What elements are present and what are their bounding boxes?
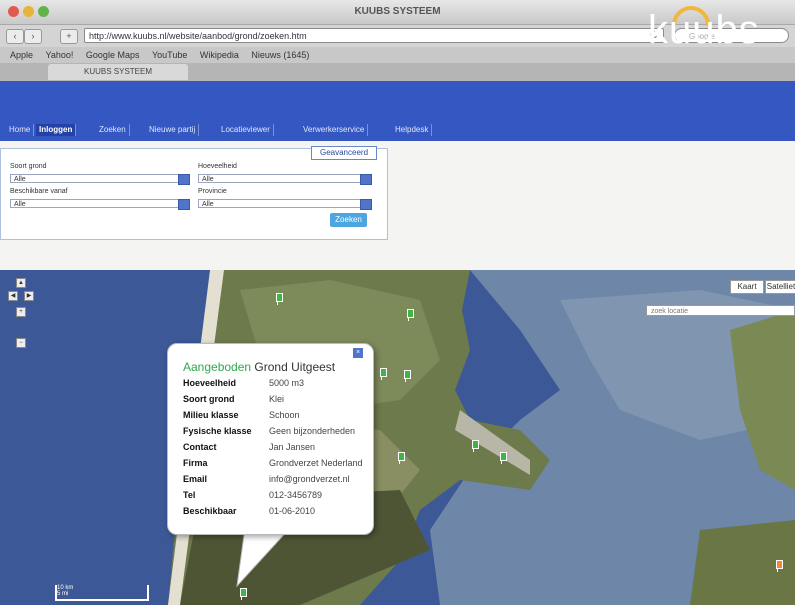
map-marker-green[interactable] xyxy=(380,368,387,380)
map-marker-green[interactable] xyxy=(398,452,405,464)
info-row: Contact Jan Jansen xyxy=(183,442,316,452)
info-window-tail xyxy=(236,528,291,588)
map-marker-green[interactable] xyxy=(240,588,247,600)
satellite-map-image xyxy=(0,270,795,605)
advanced-tab[interactable]: Geavanceerd xyxy=(311,146,377,160)
info-row: Email info@grondverzet.nl xyxy=(183,474,350,484)
field-label: Provincie xyxy=(198,188,227,195)
nav-helpdesk[interactable]: Helpdesk xyxy=(392,124,433,136)
beschikbaar-select[interactable]: Alle xyxy=(10,199,190,210)
dropdown-arrow-icon xyxy=(178,199,190,210)
info-title-name: Grond Uitgeest xyxy=(254,360,336,374)
map-satelliet-button[interactable]: Satelliet xyxy=(765,280,795,294)
pan-up-icon[interactable]: ▲ xyxy=(16,278,26,288)
info-title-status: Aangeboden xyxy=(183,360,252,374)
back-button[interactable]: ‹ xyxy=(6,29,24,44)
map-marker-green[interactable] xyxy=(276,293,283,305)
provincie-select[interactable]: Alle xyxy=(198,199,372,210)
pan-left-icon[interactable]: ◀ xyxy=(8,291,18,301)
nav-zoeken[interactable]: Zoeken xyxy=(96,124,130,136)
field-label: Beschikbare vanaf xyxy=(10,188,68,195)
info-row: Hoeveelheid 5000 m3 xyxy=(183,378,305,388)
nav-nieuwe-partij[interactable]: Nieuwe partij xyxy=(146,124,200,136)
dropdown-arrow-icon xyxy=(360,174,372,185)
map-marker-green[interactable] xyxy=(404,370,411,382)
zoom-in-icon[interactable]: + xyxy=(16,307,26,317)
select-value: Alle xyxy=(202,201,214,208)
nav-verwerkerservice[interactable]: Verwerkerservice xyxy=(300,124,369,136)
field-label: Hoeveelheid xyxy=(198,163,237,170)
map-search-input[interactable]: zoek locatie xyxy=(646,305,795,316)
select-value: Alle xyxy=(14,176,26,183)
forward-button[interactable]: › xyxy=(24,29,42,44)
kuubs-logo[interactable]: kuubs xyxy=(648,8,760,53)
info-window-title: Aangeboden Grond Uitgeest xyxy=(183,360,335,374)
bookmark-item[interactable]: Nieuws (1645) xyxy=(251,50,309,60)
dropdown-arrow-icon xyxy=(178,174,190,185)
browser-tab[interactable]: KUUBS SYSTEEM xyxy=(48,64,188,80)
info-row: Beschikbaar 01-06-2010 xyxy=(183,506,316,516)
soort-grond-select[interactable]: Alle xyxy=(10,174,190,185)
bookmark-item[interactable]: Google Maps xyxy=(86,50,140,60)
nav-home[interactable]: Home xyxy=(6,124,35,136)
tab-bar: KUUBS SYSTEEM xyxy=(0,63,795,81)
pan-right-icon[interactable]: ▶ xyxy=(24,291,34,301)
add-bookmark-button[interactable]: + xyxy=(60,29,78,44)
nav-inloggen[interactable]: Inloggen xyxy=(36,124,77,136)
select-value: Alle xyxy=(202,176,214,183)
map-marker-green[interactable] xyxy=(500,452,507,464)
field-label: Soort grond xyxy=(10,163,47,170)
zoom-out-icon[interactable]: − xyxy=(16,338,26,348)
bookmark-item[interactable]: Wikipedia xyxy=(200,50,239,60)
zoeken-button[interactable]: Zoeken xyxy=(330,213,367,227)
map-marker-green[interactable] xyxy=(407,309,414,321)
bookmark-item[interactable]: YouTube xyxy=(152,50,187,60)
address-bar[interactable]: http://www.kuubs.nl/website/aanbod/grond… xyxy=(84,28,664,43)
bookmark-item[interactable]: Apple xyxy=(10,50,33,60)
map-marker-green[interactable] xyxy=(472,440,479,452)
scale-label: 5 mi xyxy=(57,591,69,597)
map-marker-orange[interactable] xyxy=(776,560,783,572)
nav-locatieviewer[interactable]: Locatieviewer xyxy=(218,124,274,136)
info-row: Milieu klasse Schoon xyxy=(183,410,300,420)
map-scale: 10 km 5 mi xyxy=(55,585,149,601)
info-row: Firma Grondverzet Nederland xyxy=(183,458,363,468)
dropdown-arrow-icon xyxy=(360,199,372,210)
map-view[interactable] xyxy=(0,270,795,605)
info-row: Fysische klasse Geen bijzonderheden xyxy=(183,426,356,436)
bookmark-item[interactable]: Yahoo! xyxy=(46,50,74,60)
hoeveelheid-select[interactable]: Alle xyxy=(198,174,372,185)
info-row: Tel 012-3456789 xyxy=(183,490,323,500)
close-icon[interactable]: × xyxy=(353,348,363,358)
select-value: Alle xyxy=(14,201,26,208)
info-row: Soort grond Klei xyxy=(183,394,285,404)
map-kaart-button[interactable]: Kaart xyxy=(730,280,764,294)
